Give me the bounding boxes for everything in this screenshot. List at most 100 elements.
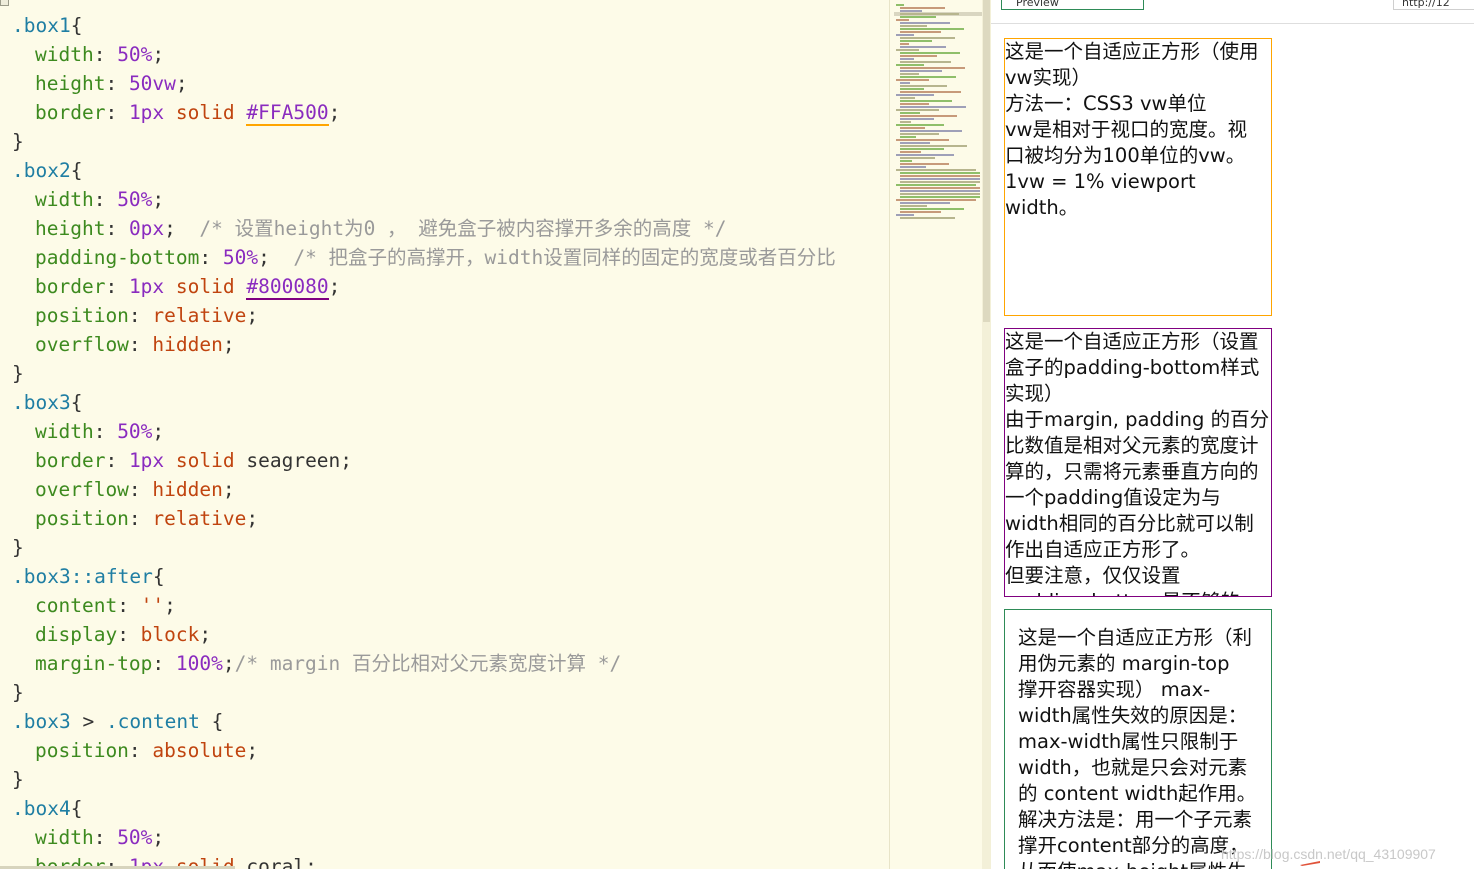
code-token: absolute: [152, 739, 247, 762]
code-token: hidden: [152, 478, 223, 501]
code-line[interactable]: padding-bottom: 50%; /* 把盒子的高撑开，width设置同…: [12, 243, 889, 272]
code-token: width: [35, 188, 94, 211]
code-token: /* margin 百分比相对父元素宽度计算 */: [234, 652, 622, 675]
code-line[interactable]: overflow: hidden;: [12, 475, 889, 504]
code-line[interactable]: display: block;: [12, 620, 889, 649]
code-token: solid: [175, 101, 235, 124]
code-token: height: [35, 72, 106, 95]
code-token: border: [35, 101, 106, 124]
code-line[interactable]: width: 50%;: [12, 185, 889, 214]
minimap-line: [896, 94, 934, 96]
code-line[interactable]: .box2{: [12, 156, 889, 185]
code-line[interactable]: }: [12, 678, 889, 707]
minimap-line: [900, 25, 927, 27]
code-token: ;: [328, 275, 341, 298]
code-token: seagreen: [234, 449, 341, 472]
code-line[interactable]: position: relative;: [12, 301, 889, 330]
code-line[interactable]: .box4{: [12, 794, 889, 823]
code-line[interactable]: }: [12, 359, 889, 388]
code-line[interactable]: border: 1px solid #800080;: [12, 272, 889, 301]
minimap-line: [896, 109, 939, 111]
code-line[interactable]: position: absolute;: [12, 736, 889, 765]
arrow-cursor-icon: [1300, 861, 1320, 866]
code-token: .box4: [12, 797, 71, 820]
minimap-line: [900, 172, 980, 174]
code-line[interactable]: width: 50%;: [12, 40, 889, 69]
minimap-line: [900, 127, 925, 129]
code-token: '': [140, 594, 165, 617]
minimap-line: [900, 55, 937, 57]
code-line[interactable]: width: 50%;: [12, 417, 889, 446]
code-token: 50%: [117, 826, 153, 849]
code-line[interactable]: border: 1px solid #FFA500;: [12, 98, 889, 127]
minimap-line: [900, 121, 911, 123]
code-token: 0px: [128, 217, 165, 240]
code-line[interactable]: }: [12, 127, 889, 156]
code-editor[interactable]: .box1{width: 50%; height: 50vw; border: 1p…: [0, 0, 889, 869]
code-line[interactable]: position: relative;: [12, 504, 889, 533]
code-token: :: [105, 449, 129, 472]
code-line[interactable]: .box3 > .content {: [12, 707, 889, 736]
code-area[interactable]: .box1{width: 50%; height: 50vw; border: 1p…: [12, 11, 889, 869]
code-token: ;: [246, 739, 259, 762]
url-bar[interactable]: http://12: [1393, 0, 1474, 10]
code-token: .box3: [12, 391, 71, 414]
code-token: coral: [234, 855, 306, 869]
minimap-line: [900, 133, 939, 135]
minimap-line: [900, 208, 964, 210]
code-line[interactable]: .box3{: [12, 388, 889, 417]
code-token: overflow: [35, 333, 129, 356]
fold-marker[interactable]: [0, 0, 9, 6]
minimap-line: [900, 97, 915, 99]
code-token: position: [35, 739, 129, 762]
editor-scrollbar-thumb[interactable]: [983, 0, 990, 322]
code-token: .content: [105, 710, 200, 733]
minimap-line: [900, 91, 961, 93]
minimap-line: [900, 187, 980, 189]
code-line[interactable]: content: '';: [12, 591, 889, 620]
preview-pane: Preview http://12 这是一个自适应正方形（使用 vw实现） 方法…: [991, 0, 1474, 869]
code-token: :: [128, 507, 153, 530]
minimap-line: [900, 115, 957, 117]
minimap-line: [900, 196, 980, 198]
code-token: :: [93, 420, 118, 443]
code-token: 50vw: [128, 72, 176, 95]
minimap-line: [900, 28, 964, 30]
minimap-line: [900, 175, 980, 177]
minimap-line: [900, 13, 959, 15]
code-token: solid: [175, 449, 235, 472]
code-token: .box3: [12, 710, 71, 733]
code-line[interactable]: }: [12, 533, 889, 562]
code-token: {: [70, 14, 83, 37]
code-token: 50%: [117, 420, 153, 443]
minimap-line: [896, 214, 914, 216]
code-token: 1px: [128, 101, 165, 124]
code-line[interactable]: }: [12, 765, 889, 794]
minimap-line: [900, 16, 936, 18]
code-line[interactable]: overflow: hidden;: [12, 330, 889, 359]
code-token: :: [93, 826, 118, 849]
code-line[interactable]: margin-top: 100%;/* margin 百分比相对父元素宽度计算 …: [12, 649, 889, 678]
minimap-line: [900, 61, 951, 63]
minimap-line: [900, 76, 956, 78]
code-token: padding-bottom: [35, 246, 200, 269]
minimap-line: [900, 151, 921, 153]
code-token: ;: [222, 478, 235, 501]
minimap-line: [900, 202, 950, 204]
code-line[interactable]: .box3::after{: [12, 562, 889, 591]
code-line[interactable]: width: 50%;: [12, 823, 889, 852]
code-token: :: [152, 652, 176, 675]
minimap[interactable]: [889, 0, 982, 869]
code-line[interactable]: height: 50vw;: [12, 69, 889, 98]
code-line[interactable]: .box1{: [12, 11, 889, 40]
code-line[interactable]: border: 1px solid seagreen;: [12, 446, 889, 475]
code-token: relative: [152, 304, 247, 327]
watermark: https://blog.csdn.net/qq_43109907: [1221, 846, 1436, 862]
code-line[interactable]: height: 0px; /* 设置height为0 ， 避免盒子被内容撑开多余…: [12, 214, 889, 243]
code-token: }: [12, 130, 24, 153]
preview-tab[interactable]: Preview: [1001, 0, 1144, 10]
